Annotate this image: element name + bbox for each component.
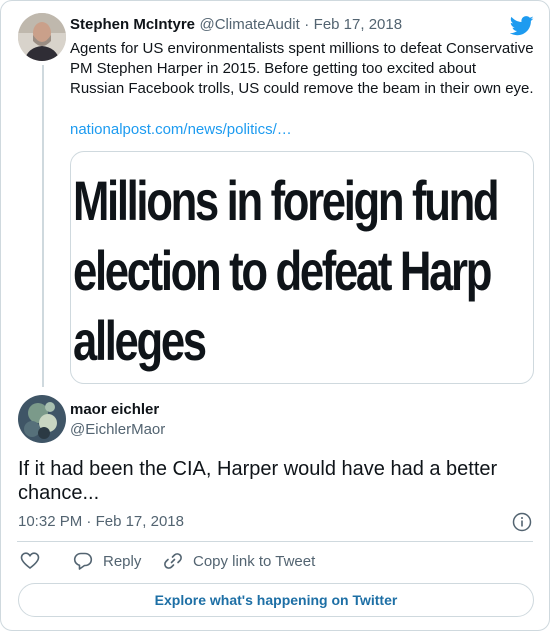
like-button[interactable] bbox=[20, 551, 40, 571]
link-icon bbox=[163, 551, 183, 571]
tweet-text: Agents for US environmentalists spent mi… bbox=[70, 39, 534, 99]
explore-label: Explore what's happening on Twitter bbox=[154, 592, 398, 608]
twitter-logo-icon[interactable] bbox=[509, 16, 534, 36]
headline-line: election to defeat Harp bbox=[73, 239, 492, 302]
media-headline: Millions in foreign fund election to def… bbox=[73, 166, 500, 376]
avatar-stephen-mcintyre[interactable] bbox=[18, 13, 66, 61]
tweet-text-line: Russian Facebook trolls, US could remove… bbox=[70, 80, 534, 97]
media-preview[interactable]: Millions in foreign fund election to def… bbox=[70, 151, 534, 384]
explore-button[interactable]: Explore what's happening on Twitter bbox=[18, 583, 534, 617]
reply-text-line: chance... bbox=[18, 482, 100, 504]
reply-author-block: maor eichler @EichlerMaor bbox=[70, 401, 165, 441]
thread-line bbox=[42, 65, 44, 387]
headline-line: alleges bbox=[73, 309, 207, 372]
reply-timestamp[interactable]: 10:32 PM · Feb 17, 2018 bbox=[18, 513, 184, 530]
reply-date: Feb 17, 2018 bbox=[95, 513, 184, 530]
reply-time: 10:32 PM bbox=[18, 513, 83, 530]
tweet-link[interactable]: nationalpost.com/news/politics/… bbox=[70, 121, 292, 138]
reply-author-handle[interactable]: @EichlerMaor bbox=[70, 419, 165, 441]
reply-button[interactable]: Reply bbox=[73, 551, 141, 571]
avatar-maor-eichler[interactable] bbox=[18, 395, 66, 443]
tweet-text-line: PM Stephen Harper in 2015. Before gettin… bbox=[70, 60, 477, 77]
timestamp-separator: · bbox=[86, 513, 92, 530]
embedded-tweet-card: Stephen McIntyre @ClimateAudit · Feb 17,… bbox=[0, 0, 550, 631]
info-icon[interactable] bbox=[512, 512, 532, 532]
reply-label: Reply bbox=[103, 552, 142, 570]
divider bbox=[17, 541, 533, 542]
reply-icon bbox=[73, 551, 93, 571]
heart-icon bbox=[20, 551, 40, 571]
tweet-header: Stephen McIntyre @ClimateAudit · Feb 17,… bbox=[70, 16, 402, 34]
reply-text-line: If it had been the CIA, Harper would hav… bbox=[18, 458, 498, 480]
reply-text: If it had been the CIA, Harper would hav… bbox=[18, 457, 497, 505]
tweet-text-line: Agents for US environmentalists spent mi… bbox=[70, 40, 534, 57]
author-handle[interactable]: @ClimateAudit bbox=[199, 16, 299, 33]
tweet-date[interactable]: Feb 17, 2018 bbox=[314, 16, 402, 33]
copy-link-label: Copy link to Tweet bbox=[193, 552, 316, 570]
copy-link-button[interactable]: Copy link to Tweet bbox=[163, 551, 315, 571]
headline-line: Millions in foreign fund bbox=[73, 169, 500, 232]
header-separator: · bbox=[304, 16, 310, 33]
reply-author-name[interactable]: maor eichler bbox=[70, 401, 165, 419]
author-name[interactable]: Stephen McIntyre bbox=[70, 16, 195, 33]
